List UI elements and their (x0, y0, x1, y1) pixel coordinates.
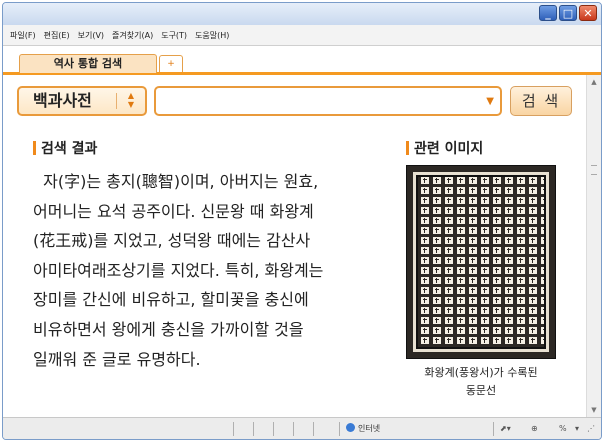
status-divider (233, 422, 234, 436)
heading-bar (406, 141, 409, 155)
heading-bar (33, 141, 36, 155)
scroll-up-icon[interactable]: ▲ (589, 77, 599, 87)
globe-icon (346, 423, 355, 432)
new-tab-button[interactable]: + (159, 55, 183, 72)
related-heading: 관련 이미지 (406, 138, 483, 158)
status-divider (253, 422, 254, 436)
scroll-down-icon[interactable]: ▼ (589, 405, 599, 415)
related-heading-text: 관련 이미지 (414, 141, 484, 157)
result-line: 어머니는 요석 공주이다. 신문왕 때 화왕계 (33, 201, 314, 221)
search-button[interactable]: 검 색 (510, 86, 572, 116)
title-bar: _ □ ✕ (3, 3, 601, 25)
status-divider (273, 422, 274, 436)
vertical-scrollbar[interactable]: ▲ ▼ (586, 75, 601, 417)
category-label: 백과사전 (33, 91, 92, 110)
menu-file[interactable]: 파일(F) (6, 30, 40, 41)
updown-icon[interactable]: ▲ ▼ (123, 91, 139, 111)
result-line: 비유하면서 왕에게 충신을 가까이할 것을 (33, 319, 304, 339)
status-divider (339, 422, 340, 436)
search-input[interactable]: ▼ (154, 86, 502, 116)
status-divider (313, 422, 314, 436)
category-select[interactable]: 백과사전 ▲ ▼ (17, 86, 147, 116)
menu-view[interactable]: 보기(V) (74, 30, 108, 41)
result-line: 아미타여래조상기를 지었다. 특히, 화왕계는 (33, 260, 324, 280)
tab-history-search[interactable]: 역사 통합 검색 (19, 54, 157, 73)
zoom-dropdown-icon[interactable]: ▾ (575, 422, 579, 436)
result-heading: 검색 결과 (33, 138, 97, 158)
select-divider (116, 93, 117, 109)
result-line: 자(字)는 총지(聰智)이며, 아버지는 원효, (33, 172, 319, 191)
zone-label: 인터넷 (358, 424, 381, 433)
menu-edit[interactable]: 편집(E) (40, 30, 74, 41)
image-caption: 화왕계(풍왕서)가 수록된 동문선 (424, 366, 538, 397)
menu-bar: 파일(F) 편집(E) 보기(V) 즐겨찾기(A) 도구(T) 도움말(H) (3, 25, 601, 46)
menu-tools[interactable]: 도구(T) (157, 30, 191, 41)
security-zone: 인터넷 (346, 421, 380, 437)
menu-favorites[interactable]: 즐겨찾기(A) (108, 30, 157, 41)
zoom-icon[interactable]: ⊕ (531, 422, 538, 436)
zoom-level[interactable]: % (559, 422, 567, 436)
close-button[interactable]: ✕ (579, 5, 597, 21)
status-bar: 인터넷 ⬈▾ ⊕ % ▾ ⋰ (3, 417, 601, 439)
book-page-image (413, 172, 549, 352)
menu-help[interactable]: 도움말(H) (191, 30, 233, 41)
status-divider (293, 422, 294, 436)
dropdown-arrow-icon[interactable]: ▼ (486, 96, 494, 107)
result-heading-text: 검색 결과 (41, 141, 98, 157)
tab-strip: 역사 통합 검색 + (3, 46, 601, 75)
result-line: (花王戒)를 지었고, 성덕왕 때에는 감산사 (33, 231, 311, 251)
page-content: 백과사전 ▲ ▼ ▼ 검 색 검색 결과 자(字)는 총지(聰智)이며, 아버지는… (3, 75, 587, 415)
scroll-grip[interactable] (591, 165, 597, 175)
related-image[interactable] (406, 165, 556, 359)
minimize-button[interactable]: _ (539, 5, 557, 21)
status-divider (493, 422, 494, 436)
resize-grip-icon[interactable]: ⋰ (587, 422, 595, 436)
browser-window: _ □ ✕ 파일(F) 편집(E) 보기(V) 즐겨찾기(A) 도구(T) 도움… (2, 2, 602, 440)
result-body: 자(字)는 총지(聰智)이며, 아버지는 원효, 어머니는 요석 공주이다. 신… (33, 167, 383, 374)
result-line: 일깨워 준 글로 유명하다. (33, 349, 201, 369)
maximize-button[interactable]: □ (559, 5, 577, 21)
result-line: 장미를 간신에 비유하고, 할미꽃을 충신에 (33, 290, 309, 310)
protected-mode-icon[interactable]: ⬈▾ (500, 422, 511, 436)
search-bar: 백과사전 ▲ ▼ ▼ 검 색 (17, 86, 577, 118)
